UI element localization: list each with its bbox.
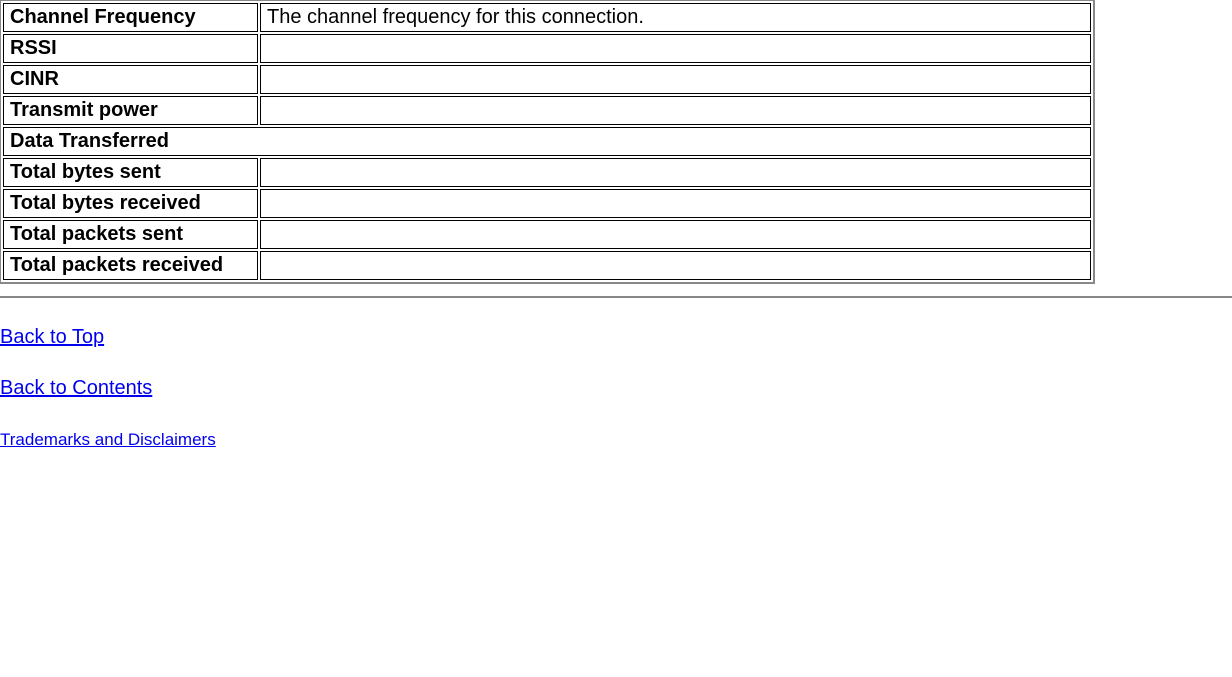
row-label: CINR — [3, 65, 258, 94]
row-value — [260, 158, 1091, 187]
table-row: Channel Frequency The channel frequency … — [3, 3, 1091, 32]
back-to-contents-link[interactable]: Back to Contents — [0, 377, 152, 399]
row-label: Total bytes received — [3, 189, 258, 218]
back-to-top-block: Back to Top — [0, 326, 1232, 349]
table-section-header-row: Data Transferred — [3, 127, 1091, 156]
trademarks-block: Trademarks and Disclaimers — [0, 428, 1232, 451]
row-value — [260, 251, 1091, 280]
trademarks-link[interactable]: Trademarks and Disclaimers — [0, 430, 216, 449]
row-value — [260, 34, 1091, 63]
row-label: RSSI — [3, 34, 258, 63]
row-value — [260, 189, 1091, 218]
row-value — [260, 65, 1091, 94]
divider — [0, 296, 1232, 298]
row-value — [260, 220, 1091, 249]
section-header: Data Transferred — [3, 127, 1091, 156]
table-row: Total bytes received — [3, 189, 1091, 218]
properties-table: Channel Frequency The channel frequency … — [1, 1, 1093, 282]
row-label: Transmit power — [3, 96, 258, 125]
properties-table-container: Channel Frequency The channel frequency … — [0, 0, 1095, 284]
table-row: Total packets received — [3, 251, 1091, 280]
row-label: Total packets received — [3, 251, 258, 280]
table-row: RSSI — [3, 34, 1091, 63]
row-value — [260, 96, 1091, 125]
row-label: Channel Frequency — [3, 3, 258, 32]
back-to-top-link[interactable]: Back to Top — [0, 326, 104, 348]
back-to-contents-block: Back to Contents — [0, 377, 1232, 400]
row-label: Total bytes sent — [3, 158, 258, 187]
table-row: CINR — [3, 65, 1091, 94]
table-row: Total packets sent — [3, 220, 1091, 249]
table-row: Total bytes sent — [3, 158, 1091, 187]
row-value: The channel frequency for this connectio… — [260, 3, 1091, 32]
row-label: Total packets sent — [3, 220, 258, 249]
table-row: Transmit power — [3, 96, 1091, 125]
